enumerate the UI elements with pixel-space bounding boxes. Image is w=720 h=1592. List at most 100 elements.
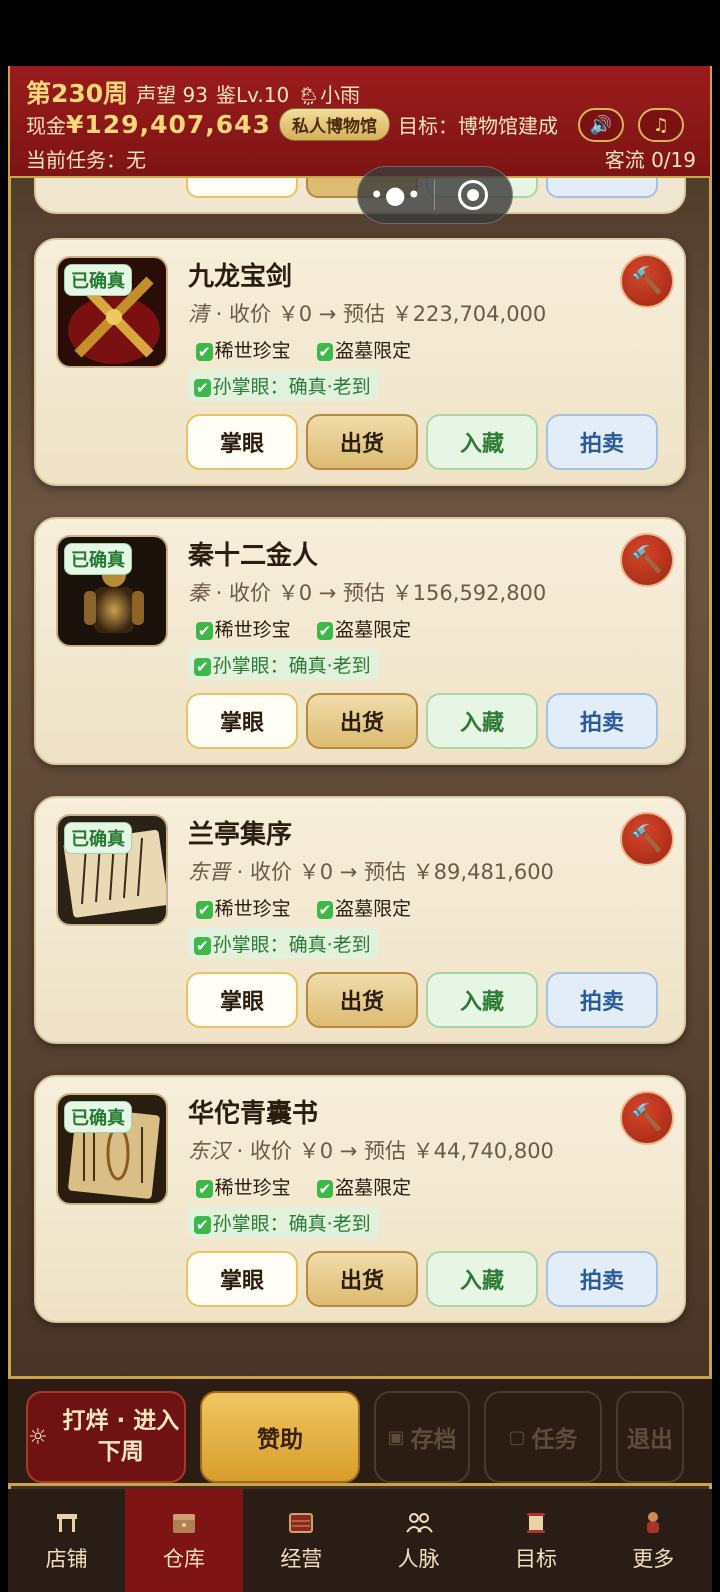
people-icon	[404, 1509, 434, 1537]
tab-label: 经营	[280, 1546, 323, 1571]
item-image: 已确真	[56, 256, 168, 368]
rain-cloud-icon: 🌦	[297, 86, 321, 107]
card-actions: 掌眼 出货 入藏 拍卖	[186, 972, 658, 1028]
confirmed-badge: 已确真	[64, 543, 132, 575]
tag-tomb: ✔ 盗墓限定	[316, 898, 412, 920]
header-row-cash: 现金 ¥129,407,643 私人博物馆 目标：博物馆建成	[26, 108, 558, 141]
tab-more[interactable]: 更多	[595, 1489, 712, 1592]
expert-verdict: ✔ 孙掌眼：确真·老到	[188, 649, 379, 680]
item-image: 已确真	[56, 814, 168, 926]
customer-traffic: 客流 0/19	[604, 148, 696, 172]
week-number: 第230周	[26, 79, 129, 108]
inspect-button[interactable]: 掌眼	[186, 414, 298, 470]
item-card: 已确真 华佗青囊书 东汉 · 收价 ￥0 → 预估 ￥44,740,800 ✔ 稀…	[34, 1075, 686, 1323]
tab-label: 店铺	[45, 1546, 88, 1571]
inspect-button[interactable]: 掌眼	[186, 1251, 298, 1307]
collect-button[interactable]: 入藏	[426, 414, 538, 470]
inspect-button[interactable]: 掌眼	[186, 972, 298, 1028]
confirmed-badge: 已确真	[64, 264, 132, 296]
scroll-icon	[521, 1509, 551, 1537]
item-tags: ✔ 稀世珍宝 ✔ 盗墓限定	[196, 336, 411, 363]
auction-button[interactable]: 拍卖	[546, 1251, 658, 1307]
auction-button[interactable]: 拍卖	[546, 414, 658, 470]
item-era: 秦	[188, 581, 209, 605]
item-price-line: 东汉 · 收价 ￥0 → 预估 ￥44,740,800	[188, 1135, 554, 1165]
tag-rare: ✔ 稀世珍宝	[196, 619, 291, 641]
inspect-button[interactable]: 掌眼	[186, 693, 298, 749]
bottom-tab-bar: 店铺 仓库 经营 人脉 目标 更多	[8, 1489, 712, 1592]
checkmark-icon: ✔	[196, 343, 213, 361]
item-name: 华佗青囊书	[188, 1099, 319, 1129]
tag-rare: ✔ 稀世珍宝	[196, 1177, 291, 1199]
abacus-icon	[286, 1509, 316, 1537]
tab-label: 人脉	[397, 1546, 440, 1571]
item-era: 清	[188, 302, 209, 326]
save-label: 存档	[410, 1427, 457, 1453]
hammer-icon[interactable]: 🔨	[620, 812, 674, 866]
end-week-button[interactable]: ☼ 打烊 · 进入下周	[26, 1391, 186, 1483]
collect-button[interactable]: 入藏	[426, 693, 538, 749]
hammer-icon[interactable]: 🔨	[620, 1091, 674, 1145]
tab-network[interactable]: 人脉	[360, 1489, 477, 1592]
tab-warehouse[interactable]: 仓库	[125, 1489, 243, 1592]
sponsor-button[interactable]: 赞助	[200, 1391, 360, 1483]
expert-verdict: ✔ 孙掌眼：确真·老到	[188, 370, 379, 401]
tag-rare: ✔ 稀世珍宝	[196, 898, 291, 920]
close-target-icon[interactable]	[435, 180, 513, 210]
tab-goals[interactable]: 目标	[477, 1489, 594, 1592]
ship-button[interactable]: 出货	[306, 972, 418, 1028]
ship-button[interactable]: 出货	[306, 693, 418, 749]
hammer-icon[interactable]: 🔨	[620, 533, 674, 587]
tag-tomb: ✔ 盗墓限定	[316, 1177, 412, 1199]
item-image: 已确真	[56, 535, 168, 647]
item-card: 已确真 九龙宝剑 清 · 收价 ￥0 → 预估 ￥223,704,000 ✔ 稀世…	[34, 238, 686, 486]
collect-button[interactable]: 入藏	[426, 972, 538, 1028]
item-name: 九龙宝剑	[188, 262, 293, 292]
checkmark-icon: ✔	[316, 901, 334, 919]
item-tags: ✔ 稀世珍宝 ✔ 盗墓限定	[196, 894, 411, 921]
checkmark-icon: ✔	[196, 622, 213, 640]
exit-button[interactable]: 退出	[616, 1391, 684, 1483]
item-price: · 收价 ￥0 → 预估 ￥156,592,800	[209, 581, 547, 605]
item-card: 已确真 秦十二金人 秦 · 收价 ￥0 → 预估 ￥156,592,800 ✔ 稀…	[34, 517, 686, 765]
save-button[interactable]: ▣ 存档	[374, 1391, 470, 1483]
tab-shop[interactable]: 店铺	[8, 1489, 125, 1592]
status-bar-area	[0, 0, 720, 66]
auction-button[interactable]: 拍卖	[546, 693, 658, 749]
tag-tomb: ✔ 盗墓限定	[316, 340, 412, 362]
ship-button[interactable]: 出货	[306, 414, 418, 470]
item-price-line: 秦 · 收价 ￥0 → 预估 ￥156,592,800	[188, 577, 546, 607]
more-dots-icon[interactable]: •●•	[358, 181, 434, 209]
item-name: 兰亭集序	[188, 820, 293, 850]
card-actions: 掌眼 出货 入藏 拍卖	[186, 414, 658, 470]
auction-button[interactable]: 拍卖	[546, 972, 658, 1028]
museum-badge[interactable]: 私人博物馆	[278, 108, 390, 141]
tag-tomb: ✔ 盗墓限定	[316, 619, 412, 641]
music-toggle-button[interactable]: ♫	[638, 108, 684, 142]
bottom-action-bar: ☼ 打烊 · 进入下周 赞助 ▣ 存档 ▢ 任务 退出	[8, 1376, 712, 1486]
collect-button[interactable]: 入藏	[426, 1251, 538, 1307]
music-note-icon: ♫	[652, 114, 670, 136]
task-button[interactable]: ▢ 任务	[484, 1391, 602, 1483]
checkmark-icon: ✔	[194, 1216, 211, 1234]
header-row-stats: 第230周 声望 93 鉴Lv.10 🌦 小雨	[26, 74, 360, 110]
item-image: 已确真	[56, 1093, 168, 1205]
hammer-icon[interactable]: 🔨	[620, 254, 674, 308]
cash-value: ¥129,407,643	[66, 110, 271, 139]
expert-verdict: ✔ 孙掌眼：确真·老到	[188, 928, 379, 959]
ship-button[interactable]: 出货	[306, 1251, 418, 1307]
item-era: 东汉	[188, 1139, 230, 1163]
checkmark-icon: ✔	[194, 379, 211, 397]
sound-toggle-button[interactable]: 🔊	[578, 108, 624, 142]
checkmark-icon: ✔	[194, 658, 211, 676]
item-era: 东晋	[188, 860, 230, 884]
current-task: 当前任务：无	[26, 148, 146, 172]
tab-label: 目标	[514, 1546, 557, 1571]
checkmark-icon: ✔	[196, 1180, 213, 1198]
checkmark-icon: ✔	[316, 343, 334, 361]
checkmark-icon: ✔	[194, 937, 211, 955]
tab-business[interactable]: 经营	[243, 1489, 360, 1592]
appraisal-level: 鉴Lv.10	[216, 83, 290, 107]
shop-icon	[52, 1509, 82, 1537]
tab-label: 仓库	[162, 1546, 205, 1571]
